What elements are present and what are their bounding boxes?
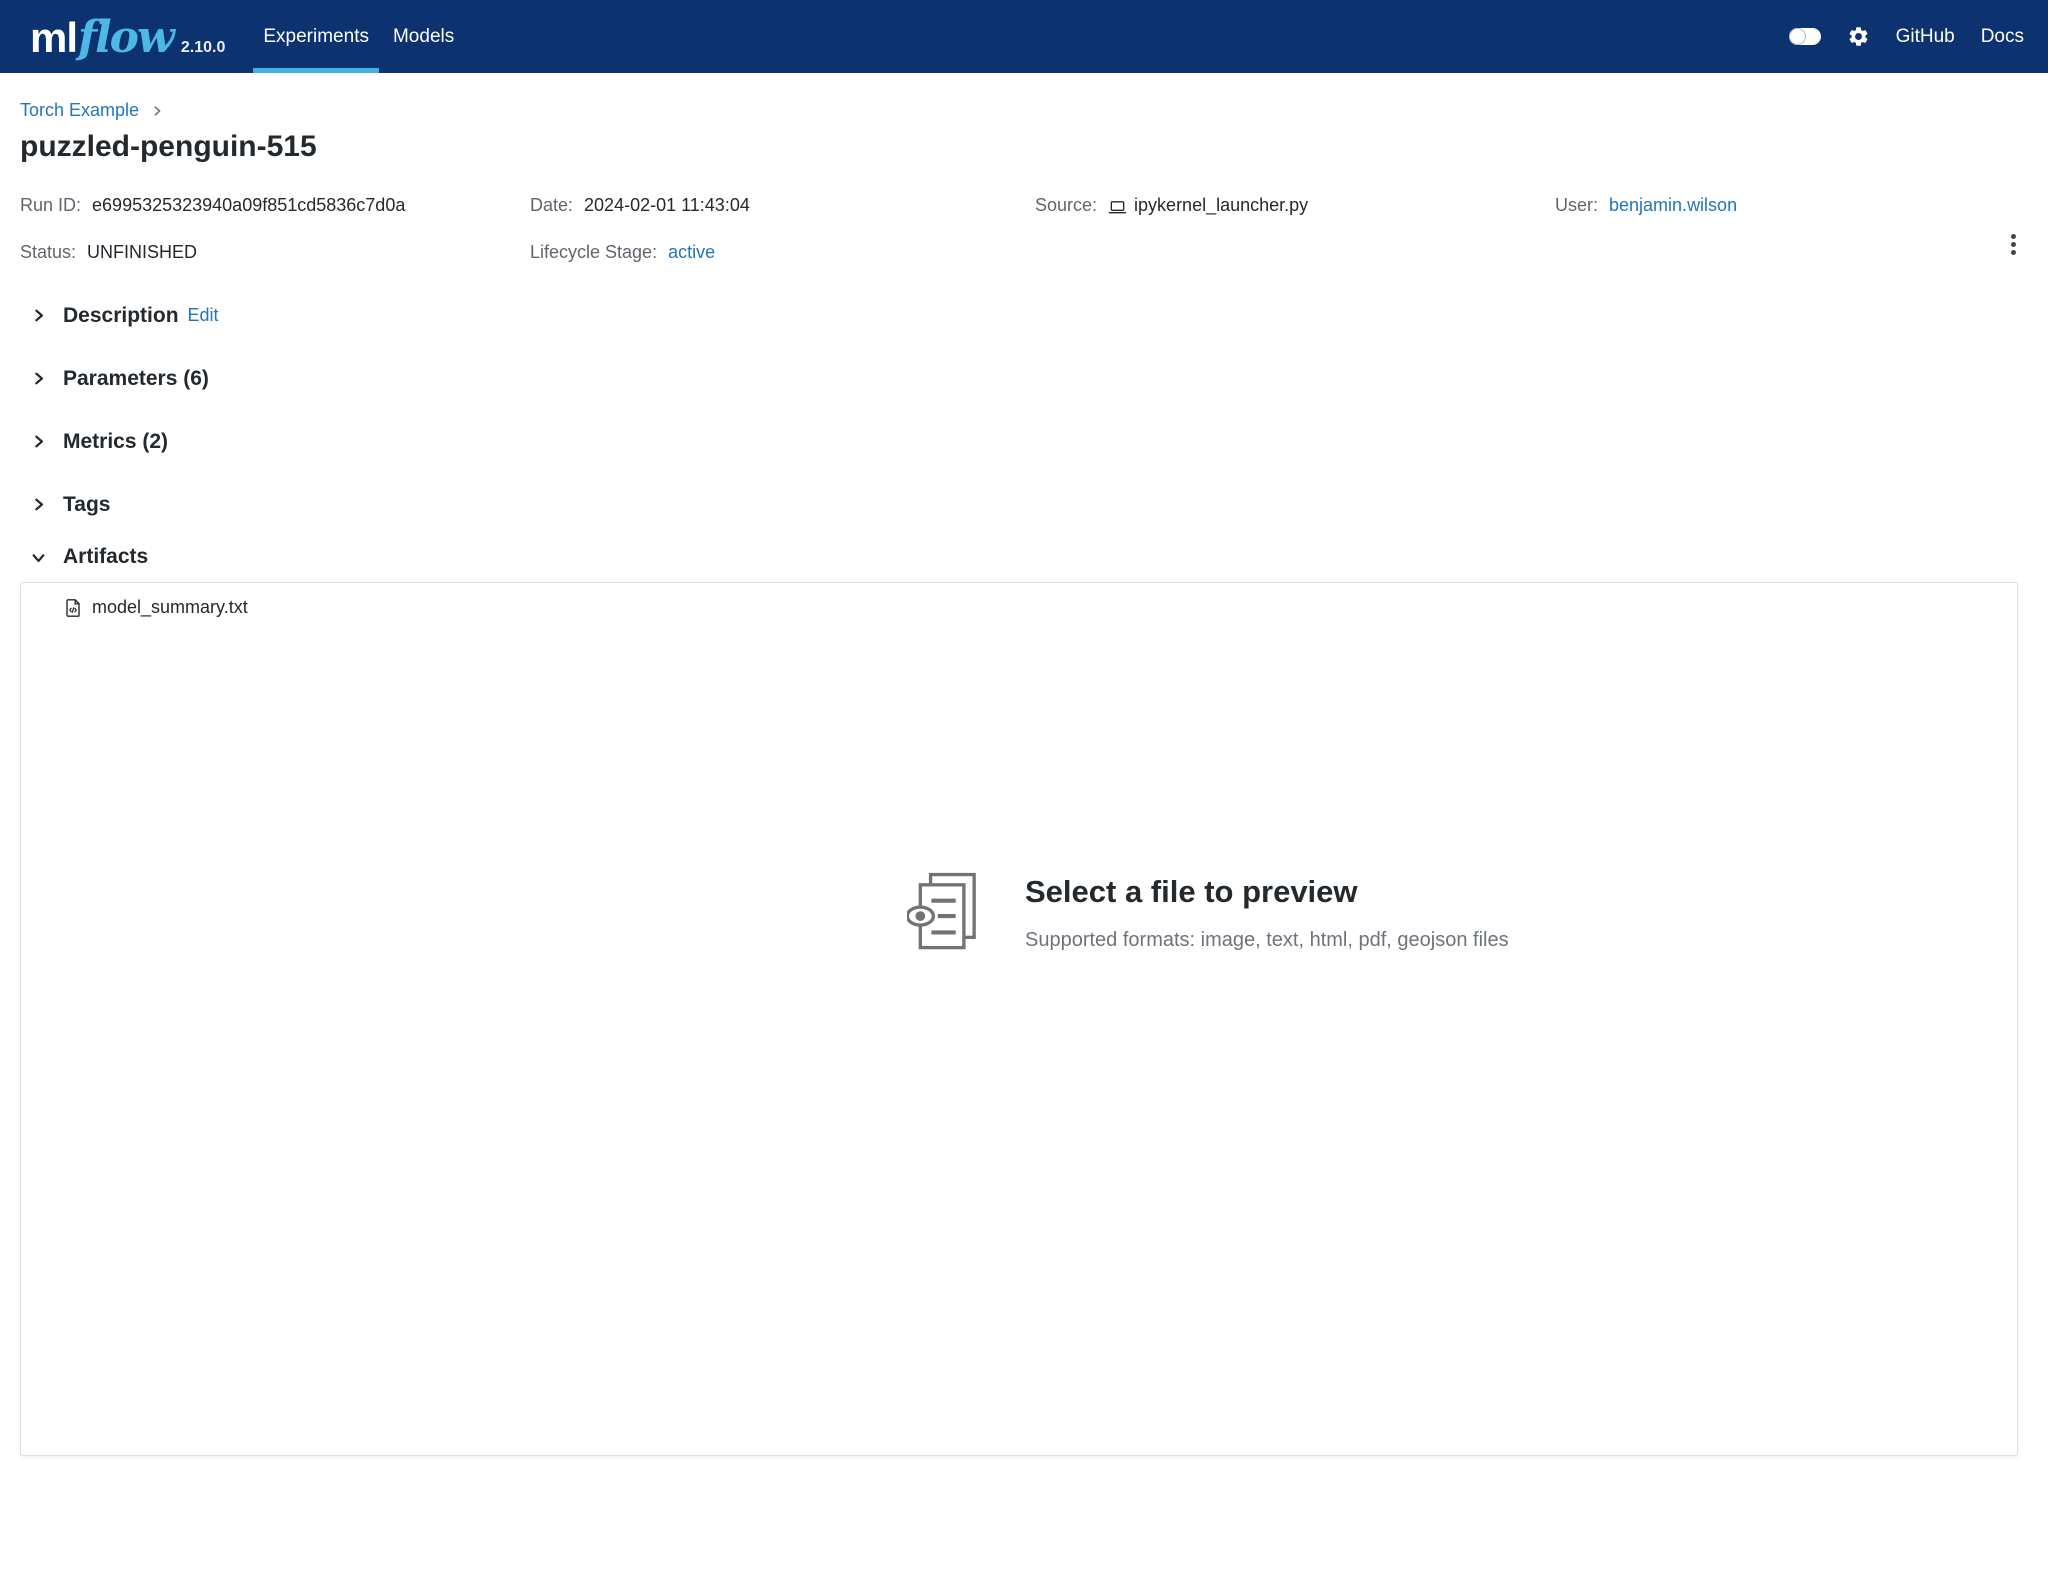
gear-icon[interactable] [1847, 25, 1870, 48]
artifact-file-name: model_summary.txt [92, 597, 248, 618]
chevron-down-icon [31, 550, 46, 565]
section-artifacts-label: Artifacts [63, 545, 148, 569]
version-label: 2.10.0 [181, 39, 225, 57]
artifact-preview-placeholder: Select a file to preview Supported forma… [907, 869, 1509, 957]
breadcrumb-chevron-icon [151, 105, 163, 117]
status-label: Status: [20, 242, 76, 263]
run-sections: Description Edit Parameters (6) Metrics … [20, 284, 2028, 575]
preview-documents-eye-icon [907, 869, 989, 957]
chevron-right-icon [31, 371, 46, 386]
run-title: puzzled-penguin-515 [20, 130, 2028, 164]
tab-models[interactable]: Models [381, 0, 466, 73]
preview-subtitle: Supported formats: image, text, html, pd… [1025, 929, 1509, 952]
preview-placeholder-text: Select a file to preview Supported forma… [1025, 869, 1509, 952]
overflow-menu-icon[interactable] [2007, 230, 2020, 259]
run-metadata: Run ID: e6995325323940a09f851cd5836c7d0a… [20, 195, 2028, 263]
file-code-icon [63, 598, 83, 618]
top-navbar: mlflow 2.10.0 Experiments Models GitHub … [0, 0, 2048, 73]
section-description[interactable]: Description Edit [20, 284, 2028, 347]
section-parameters-label: Parameters (6) [63, 367, 209, 391]
section-metrics[interactable]: Metrics (2) [20, 410, 2028, 473]
chevron-right-icon [31, 497, 46, 512]
source-value: ipykernel_launcher.py [1134, 195, 1308, 216]
run-id-field: Run ID: e6995325323940a09f851cd5836c7d0a [20, 195, 530, 216]
run-id-label: Run ID: [20, 195, 81, 216]
status-field: Status: UNFINISHED [20, 242, 530, 263]
tab-experiments[interactable]: Experiments [251, 0, 381, 73]
date-field: Date: 2024-02-01 11:43:04 [530, 195, 1035, 216]
breadcrumb: Torch Example [20, 100, 2028, 121]
user-label: User: [1555, 195, 1598, 216]
logo-flow-text: flow [78, 12, 173, 63]
description-edit-link[interactable]: Edit [188, 305, 219, 326]
tab-models-label: Models [393, 26, 454, 48]
mlflow-logo[interactable]: mlflow 2.10.0 [30, 12, 225, 73]
source-field: Source: ipykernel_launcher.py [1035, 195, 1555, 216]
lifecycle-stage-field: Lifecycle Stage: active [530, 242, 1035, 263]
navbar-tabs: Experiments Models [251, 0, 466, 73]
docs-link[interactable]: Docs [1981, 26, 2024, 48]
breadcrumb-experiment-link[interactable]: Torch Example [20, 100, 139, 121]
run-page: Torch Example puzzled-penguin-515 Run ID… [0, 100, 2048, 1456]
navbar-right-group: GitHub Docs [1789, 0, 2034, 73]
section-description-label: Description [63, 304, 179, 328]
section-metrics-label: Metrics (2) [63, 430, 168, 454]
preview-title: Select a file to preview [1025, 874, 1509, 910]
laptop-icon [1108, 198, 1127, 217]
github-link[interactable]: GitHub [1896, 26, 1955, 48]
user-field: User: benjamin.wilson [1555, 195, 2028, 216]
section-parameters[interactable]: Parameters (6) [20, 347, 2028, 410]
chevron-right-icon [31, 308, 46, 323]
theme-toggle-knob [1789, 28, 1806, 45]
lifecycle-stage-label: Lifecycle Stage: [530, 242, 657, 263]
logo-ml-text: ml [30, 14, 77, 62]
source-label: Source: [1035, 195, 1097, 216]
date-value: 2024-02-01 11:43:04 [584, 195, 750, 216]
tab-experiments-label: Experiments [263, 26, 369, 48]
date-label: Date: [530, 195, 573, 216]
theme-toggle[interactable] [1789, 28, 1821, 45]
section-tags[interactable]: Tags [20, 473, 2028, 536]
user-value-link[interactable]: benjamin.wilson [1609, 195, 1737, 216]
artifact-file-model-summary[interactable]: model_summary.txt [57, 595, 254, 620]
chevron-right-icon [31, 434, 46, 449]
status-value: UNFINISHED [87, 242, 197, 263]
artifacts-panel: model_summary.txt Select a file to previ… [20, 582, 2018, 1456]
run-id-value: e6995325323940a09f851cd5836c7d0a [92, 195, 405, 216]
section-artifacts[interactable]: Artifacts [20, 539, 2028, 575]
active-tab-underline [253, 68, 379, 73]
section-tags-label: Tags [63, 493, 110, 517]
lifecycle-stage-value-link[interactable]: active [668, 242, 715, 263]
